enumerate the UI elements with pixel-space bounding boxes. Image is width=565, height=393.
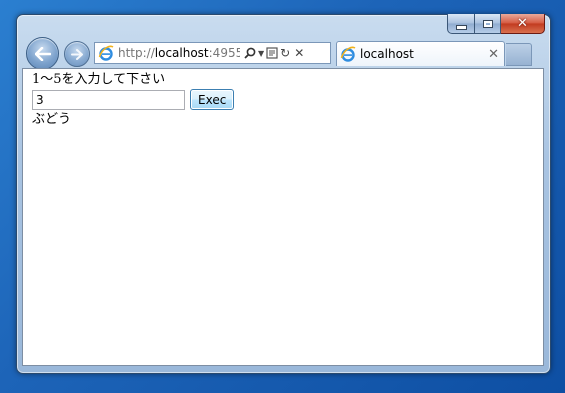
close-icon: ✕ [517,16,528,31]
page-content: 1～5を入力して下さい Exec ぶどう [22,68,544,366]
new-tab-button[interactable] [506,43,532,66]
caption-buttons: ✕ [447,14,545,34]
tab-title: localhost [360,47,414,61]
exec-button[interactable]: Exec [190,89,235,110]
minimize-icon [455,24,467,30]
tab-localhost[interactable]: localhost ✕ [336,41,505,66]
ie-icon [98,45,114,61]
forward-arrow-icon [71,48,83,60]
refresh-icon[interactable]: ↻ [280,46,290,60]
back-button[interactable] [26,37,59,70]
close-window-button[interactable]: ✕ [501,14,545,34]
address-host: localhost [154,46,209,60]
prompt-text: 1～5を入力して下さい [32,72,166,87]
tab-close-icon[interactable]: ✕ [488,47,499,62]
browser-window: ✕ http://localhost:4955 ▼ ↻ ✕ localhost … [16,14,551,374]
back-arrow-icon [34,46,51,61]
maximize-button[interactable] [475,14,501,34]
forward-button[interactable] [64,41,90,67]
address-port: :4955 [208,46,240,60]
stop-icon[interactable]: ✕ [294,46,304,60]
address-scheme: http:// [118,46,155,60]
minimize-button[interactable] [447,14,475,34]
address-tools: ▼ ↻ ✕ [244,46,306,60]
dropdown-icon[interactable]: ▼ [258,49,264,58]
input-row: Exec [32,89,543,110]
ie-icon [340,46,356,62]
compatibility-icon[interactable] [266,47,278,59]
address-text[interactable]: http://localhost:4955 [118,46,240,60]
address-bar[interactable]: http://localhost:4955 ▼ ↻ ✕ [94,42,331,64]
result-text: ぶどう [32,112,72,127]
maximize-icon [482,19,493,28]
search-icon[interactable] [244,47,256,59]
number-input[interactable] [32,89,185,110]
